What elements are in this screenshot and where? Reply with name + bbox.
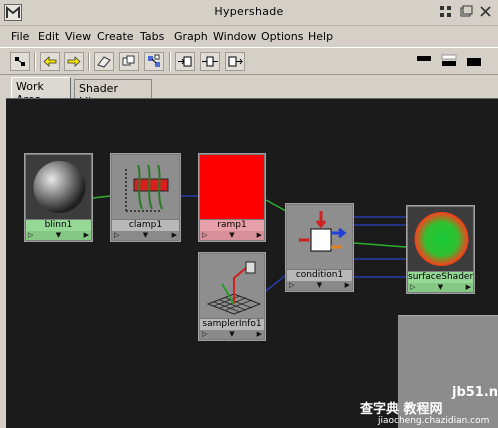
- menu-bar: File Edit View Create Tabs Graph Window …: [0, 27, 498, 46]
- menu-tabs[interactable]: Tabs: [140, 30, 164, 43]
- node-sampler-info[interactable]: samplerInfo1 ▷ ▼ ▶: [198, 252, 266, 341]
- node-ports[interactable]: ▷ ▼ ▶: [200, 330, 264, 339]
- node-label: ramp1: [200, 220, 264, 231]
- input-connections-icon[interactable]: [175, 52, 195, 71]
- watermark-text: 查字典 教程网: [360, 402, 443, 417]
- node-ports[interactable]: ▷ ▼ ▶: [112, 231, 179, 240]
- condition-swatch: [287, 205, 352, 269]
- toolbar-divider: [34, 52, 36, 71]
- graph-materials-icon[interactable]: [119, 52, 139, 71]
- sampler-info-swatch: [200, 254, 264, 318]
- arrow-left-icon[interactable]: [40, 52, 60, 71]
- graph-toggle-icon[interactable]: [10, 52, 30, 71]
- clamp-swatch: [112, 155, 179, 219]
- node-ports[interactable]: ▷ ▼ ▶: [26, 231, 91, 240]
- restore-icon[interactable]: [460, 5, 473, 18]
- watermark-url: jiaocheng.chazidian.com: [378, 416, 490, 426]
- menu-create[interactable]: Create: [97, 30, 134, 43]
- menu-window[interactable]: Window: [213, 30, 256, 43]
- surface-shader-swatch: [408, 207, 473, 271]
- node-ports[interactable]: ▷ ▼ ▶: [287, 281, 352, 290]
- ramp-color: [200, 155, 264, 219]
- grid-view-icon[interactable]: [439, 5, 452, 18]
- node-surface-shader[interactable]: surfaceShader1 ▷ ▼ ▶: [406, 205, 475, 294]
- eraser-icon[interactable]: [94, 52, 114, 71]
- title-bar: Hypershade: [0, 0, 498, 26]
- tab-bar: Work Area Shader Library: [0, 76, 498, 108]
- node-clamp[interactable]: clamp1 ▷ ▼ ▶: [110, 153, 181, 242]
- menu-options[interactable]: Options: [261, 30, 303, 43]
- menu-file[interactable]: File: [11, 30, 29, 43]
- menu-edit[interactable]: Edit: [38, 30, 59, 43]
- toolbar-divider: [88, 52, 90, 71]
- blinn-swatch: [26, 155, 91, 219]
- node-ramp[interactable]: ramp1 ▷ ▼ ▶: [198, 153, 266, 242]
- tab-work-area[interactable]: Work Area: [11, 77, 71, 106]
- ramp-swatch: [200, 155, 264, 219]
- layout-bottom-icon[interactable]: [465, 52, 485, 71]
- layout-split-icon[interactable]: [440, 52, 460, 71]
- watermark-site: jb51.net: [452, 385, 498, 400]
- arrow-right-icon[interactable]: [64, 52, 84, 71]
- wire-sampler-condition: [265, 274, 287, 292]
- toolbar-divider: [169, 52, 171, 71]
- tab-shader-library[interactable]: Shader Library: [74, 79, 152, 108]
- wire-ramp-condition: [265, 199, 287, 212]
- wire-condition-surface-c: [353, 242, 407, 248]
- node-label: blinn1: [26, 220, 91, 231]
- window-title: Hypershade: [214, 5, 284, 18]
- graph-network-icon[interactable]: [144, 52, 164, 71]
- input-output-connections-icon[interactable]: [200, 52, 220, 71]
- node-label: surfaceShader1: [408, 272, 473, 283]
- node-label: condition1: [287, 270, 352, 281]
- node-condition[interactable]: condition1 ▷ ▼ ▶: [285, 203, 354, 292]
- close-icon[interactable]: [479, 5, 492, 18]
- menu-view[interactable]: View: [65, 30, 91, 43]
- node-blinn[interactable]: blinn1 ▷ ▼ ▶: [24, 153, 93, 242]
- node-label: clamp1: [112, 220, 179, 231]
- node-ports[interactable]: ▷ ▼ ▶: [408, 283, 473, 292]
- layout-top-icon[interactable]: [415, 52, 435, 71]
- node-label: samplerInfo1: [200, 319, 264, 330]
- node-ports[interactable]: ▷ ▼ ▶: [200, 231, 264, 240]
- output-connections-icon[interactable]: [225, 52, 245, 71]
- menu-graph[interactable]: Graph: [174, 30, 208, 43]
- wire-blinn-clamp: [92, 195, 111, 199]
- menu-help[interactable]: Help: [308, 30, 333, 43]
- toolbar: [0, 47, 498, 75]
